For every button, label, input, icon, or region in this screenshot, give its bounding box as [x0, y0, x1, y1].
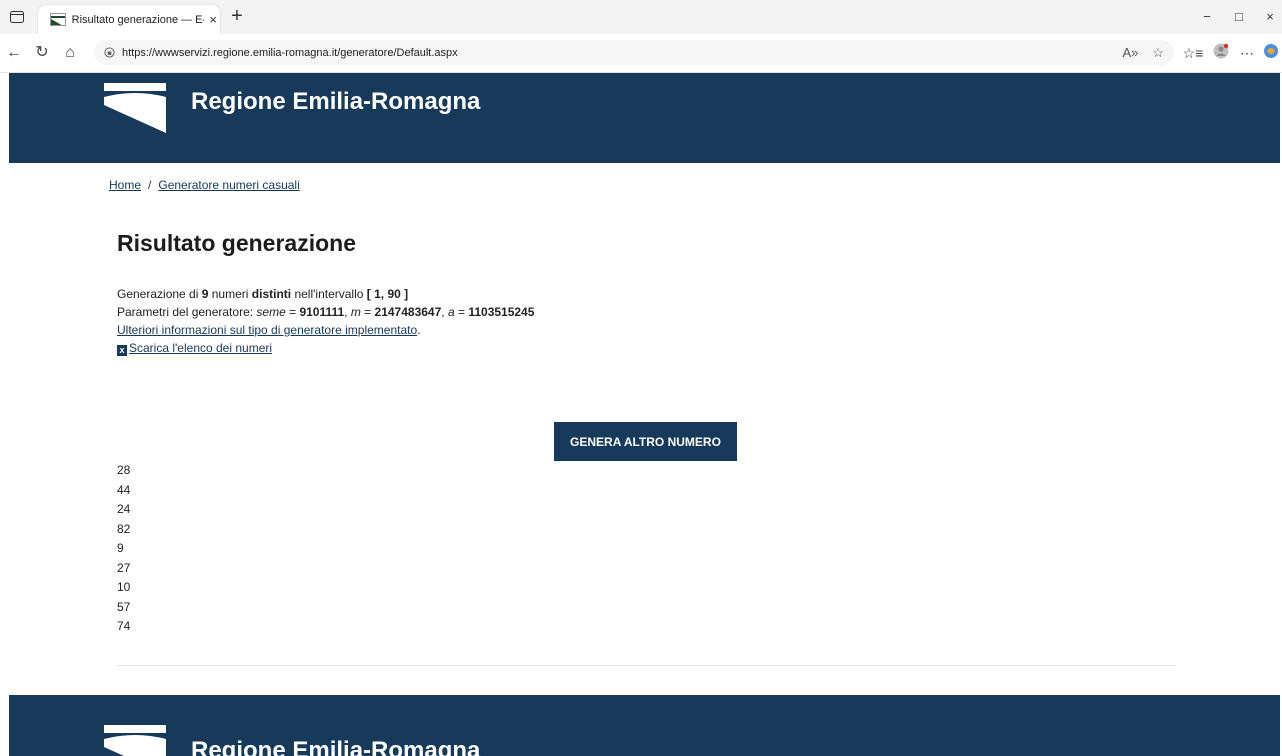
breadcrumb: Home / Generatore numeri casuali — [109, 178, 300, 192]
number-item: 28 — [117, 463, 131, 477]
numbers-list: 28 44 24 82 9 27 10 57 74 — [117, 461, 130, 637]
generator-info-link[interactable]: Ulteriori informazioni sul tipo di gener… — [117, 323, 417, 337]
site-footer: Regione Emilia-Romagna — [9, 695, 1280, 756]
favorite-star-icon[interactable]: ☆ — [1152, 45, 1164, 61]
tab-close-icon[interactable]: × — [206, 12, 220, 27]
new-tab-button[interactable]: + — [226, 6, 248, 28]
minimize-button[interactable]: − — [1196, 7, 1218, 27]
lock-icon[interactable] — [102, 46, 116, 60]
refresh-icon[interactable]: ↻ — [32, 43, 52, 63]
browser-tab[interactable]: Risultato generazione — E-R Il po × — [38, 5, 220, 34]
favorites-list-icon[interactable]: ☆≡ — [1182, 43, 1204, 63]
download-line: x Scarica l'elenco dei numeri — [117, 339, 534, 357]
number-item: 27 — [117, 560, 131, 575]
number-item: 82 — [117, 521, 131, 536]
site-title[interactable]: Regione Emilia-Romagna — [191, 88, 480, 116]
tab-actions-icon[interactable] — [8, 8, 26, 26]
divider — [117, 665, 1176, 666]
browser-address-bar: ← ↻ ⌂ https://wwwservizi.regione.emilia-… — [0, 34, 1282, 73]
number-item: 74 — [117, 619, 131, 633]
info-link-line: Ulteriori informazioni sul tipo di gener… — [117, 323, 421, 337]
page-content: Regione Emilia-Romagna Home / Generatore n… — [9, 73, 1280, 756]
maximize-button[interactable]: □ — [1228, 7, 1250, 27]
generation-info: Generazione di 9 numeri distinti nell'in… — [117, 285, 534, 357]
close-window-button[interactable]: × — [1259, 7, 1281, 27]
number-item: 10 — [117, 580, 131, 594]
generator-parameters: Parametri del generatore: seme = 9101111… — [117, 305, 535, 319]
footer-logo-icon[interactable] — [104, 725, 166, 756]
url-text: https://wwwservizi.regione.emilia-romagn… — [122, 46, 458, 59]
page-title: Risultato generazione — [117, 230, 356, 256]
regione-logo-icon[interactable] — [104, 83, 166, 141]
url-field[interactable]: https://wwwservizi.regione.emilia-romagn… — [94, 40, 1174, 65]
back-arrow-icon[interactable]: ← — [4, 43, 24, 63]
site-header: Regione Emilia-Romagna — [9, 73, 1280, 163]
excel-file-icon[interactable]: x — [117, 345, 127, 356]
generate-another-button[interactable]: GENERA ALTRO NUMERO — [554, 422, 737, 461]
tab-title: Risultato generazione — E-R Il po — [71, 13, 205, 26]
read-aloud-icon[interactable]: A» — [1122, 45, 1138, 61]
more-menu-icon[interactable]: ⋯ — [1236, 43, 1258, 63]
number-item: 44 — [117, 482, 131, 497]
number-item: 57 — [117, 599, 131, 614]
home-icon[interactable]: ⌂ — [60, 43, 80, 63]
breadcrumb-separator: / — [148, 178, 152, 192]
breadcrumb-current-link[interactable]: Generatore numeri casuali — [158, 178, 299, 192]
copilot-icon[interactable] — [1260, 43, 1282, 63]
regione-favicon-icon — [50, 13, 66, 26]
footer-title: Regione Emilia-Romagna — [191, 737, 481, 756]
browser-tab-bar: Risultato generazione — E-R Il po × + − … — [0, 0, 1282, 34]
generation-summary: Generazione di 9 numeri distinti nell'in… — [117, 287, 409, 301]
breadcrumb-home-link[interactable]: Home — [109, 178, 141, 192]
number-item: 9 — [117, 541, 124, 555]
download-numbers-link[interactable]: Scarica l'elenco dei numeri — [129, 341, 272, 355]
profile-avatar-icon[interactable] — [1210, 43, 1232, 63]
number-item: 24 — [117, 502, 131, 516]
